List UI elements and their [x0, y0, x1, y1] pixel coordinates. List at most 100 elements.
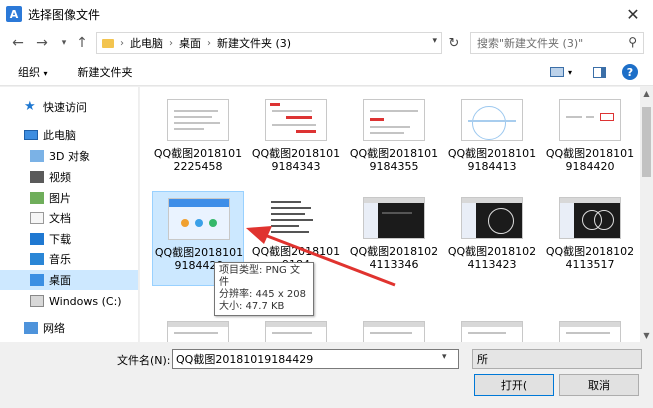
image-thumbnail: [363, 197, 425, 239]
cancel-button[interactable]: 取消: [559, 374, 639, 396]
video-icon: [30, 171, 44, 183]
file-item[interactable]: QQ截图20181024113423: [446, 191, 538, 286]
image-thumbnail: [559, 99, 621, 141]
file-item[interactable]: QQ截图20181019184413: [446, 93, 538, 188]
help-button[interactable]: ?: [622, 64, 638, 80]
sidebar-item-pictures[interactable]: 图片: [0, 188, 138, 208]
sidebar-item-network[interactable]: 网络: [0, 318, 138, 338]
file-name: QQ截图20181024113346: [349, 245, 439, 271]
file-name: QQ截图20181012225458: [153, 147, 243, 173]
music-icon: [30, 253, 44, 265]
sidebar-item-label: 网络: [43, 322, 65, 335]
folder-icon: [102, 38, 114, 48]
filename-value: QQ截图20181019184429: [176, 353, 314, 366]
file-item[interactable]: [446, 315, 538, 342]
scrollbar-thumb[interactable]: [642, 107, 651, 177]
chevron-down-icon[interactable]: ▾: [432, 36, 437, 46]
breadcrumb-new-folder[interactable]: 新建文件夹 (3): [217, 35, 291, 51]
close-icon: ✕: [626, 4, 640, 24]
forward-arrow-icon: →: [36, 35, 48, 51]
sidebar-item-downloads[interactable]: 下载: [0, 229, 138, 249]
file-info-tooltip: 项目类型: PNG 文件 分辨率: 445 x 208 大小: 47.7 KB: [214, 262, 314, 316]
close-button[interactable]: ✕: [623, 4, 643, 24]
image-thumbnail: [559, 321, 621, 342]
up-arrow-icon: ↑: [76, 35, 88, 51]
sidebar-item-documents[interactable]: 文档: [0, 208, 138, 228]
breadcrumb-this-pc[interactable]: 此电脑: [130, 35, 163, 51]
help-icon: ?: [626, 65, 634, 79]
chevron-right-icon: ›: [120, 37, 124, 49]
organize-button[interactable]: 组织 ▾: [18, 64, 48, 80]
search-icon: ⚲: [628, 35, 637, 49]
image-thumbnail: [461, 321, 523, 342]
chevron-down-icon: ▾: [43, 68, 48, 78]
file-item[interactable]: QQ截图20181019184343: [250, 93, 342, 188]
chevron-right-icon: ›: [169, 37, 173, 49]
file-name: QQ截图20181019184420: [545, 147, 635, 173]
up-button[interactable]: ↑: [72, 33, 92, 53]
file-name: QQ截图20181024113517: [545, 245, 635, 271]
command-bar: 组织 ▾ 新建文件夹 ▾ ?: [0, 58, 653, 86]
file-item[interactable]: [250, 315, 342, 342]
filename-input[interactable]: QQ截图20181019184429: [172, 349, 459, 369]
file-item[interactable]: QQ截图20181019184355: [348, 93, 440, 188]
search-placeholder: 搜索"新建文件夹 (3)": [477, 37, 584, 50]
file-item[interactable]: [544, 315, 636, 342]
file-item[interactable]: QQ截图20181019184420: [544, 93, 636, 188]
sidebar-item-windows-c[interactable]: Windows (C:): [0, 291, 138, 311]
image-thumbnail: [363, 99, 425, 141]
sidebar-item-music[interactable]: 音乐: [0, 249, 138, 269]
scroll-up-icon[interactable]: ▲: [640, 87, 653, 100]
sidebar-item-3d-objects[interactable]: 3D 对象: [0, 146, 138, 166]
image-thumbnail: [461, 197, 523, 239]
recent-locations-button[interactable]: ▾: [54, 33, 74, 53]
open-button[interactable]: 打开(: [474, 374, 554, 396]
chevron-down-icon[interactable]: ▾: [442, 352, 447, 362]
address-bar[interactable]: › 此电脑 › 桌面 › 新建文件夹 (3) ▾: [96, 32, 442, 54]
search-input[interactable]: 搜索"新建文件夹 (3)" ⚲: [470, 32, 644, 54]
navigation-pane: ★ 快速访问 此电脑 3D 对象 视频 图片 文档 下载 音乐 桌面 Windo…: [0, 87, 139, 342]
sidebar-item-label: 此电脑: [43, 129, 76, 142]
vertical-scrollbar[interactable]: ▲ ▼: [640, 87, 653, 342]
new-folder-button[interactable]: 新建文件夹: [78, 64, 133, 80]
sidebar-item-label: 音乐: [49, 253, 71, 266]
navigation-bar: ← → ▾ ↑ › 此电脑 › 桌面 › 新建文件夹 (3) ▾ ↻ 搜索"新建…: [0, 28, 653, 58]
image-thumbnail: [265, 99, 327, 141]
download-icon: [30, 233, 44, 245]
sidebar-item-desktop[interactable]: 桌面: [0, 270, 138, 290]
image-thumbnail: [363, 321, 425, 342]
change-view-button[interactable]: ▾: [545, 63, 577, 81]
back-button[interactable]: ←: [8, 33, 28, 53]
refresh-button[interactable]: ↻: [445, 32, 463, 54]
network-icon: [24, 322, 38, 334]
file-item[interactable]: QQ截图20181012225458: [152, 93, 244, 188]
breadcrumb-desktop[interactable]: 桌面: [179, 35, 201, 51]
image-thumbnail: [167, 99, 229, 141]
sidebar-item-videos[interactable]: 视频: [0, 167, 138, 187]
window-title: 选择图像文件: [28, 7, 101, 22]
app-icon: A: [6, 6, 22, 22]
preview-pane-button[interactable]: [590, 63, 608, 81]
back-arrow-icon: ←: [12, 35, 24, 51]
file-name: QQ截图20181019184413: [447, 147, 537, 173]
sidebar-item-this-pc[interactable]: 此电脑: [0, 125, 138, 145]
file-item[interactable]: QQ截图20181024113517: [544, 191, 636, 286]
desktop-icon: [30, 274, 44, 286]
scroll-down-icon[interactable]: ▼: [640, 329, 653, 342]
file-item[interactable]: [152, 315, 244, 342]
tooltip-resolution: 分辨率: 445 x 208: [219, 289, 306, 300]
file-item[interactable]: [348, 315, 440, 342]
file-type-select[interactable]: 所: [472, 349, 642, 369]
preview-pane-icon: [592, 66, 606, 78]
sidebar-item-label: 下载: [49, 233, 71, 246]
chevron-down-icon: ▾: [61, 38, 67, 48]
chevron-down-icon: ▾: [567, 67, 572, 77]
file-item[interactable]: QQ截图20181024113346: [348, 191, 440, 286]
image-thumbnail: [265, 321, 327, 342]
file-name: QQ截图20181019184355: [349, 147, 439, 173]
forward-button[interactable]: →: [32, 33, 52, 53]
sidebar-item-quick-access[interactable]: ★ 快速访问: [0, 97, 138, 117]
sidebar-item-label: 图片: [49, 192, 71, 205]
image-thumbnail: [167, 321, 229, 342]
file-type-value: 所: [477, 353, 488, 366]
